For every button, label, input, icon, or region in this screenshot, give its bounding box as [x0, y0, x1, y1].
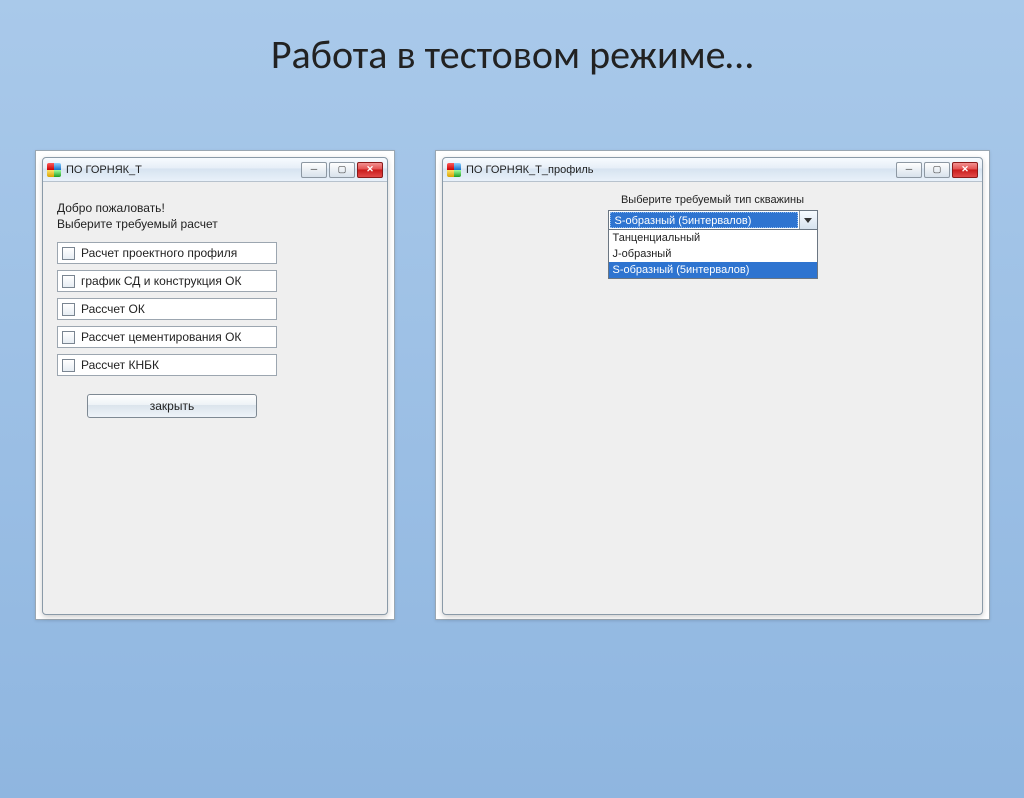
- window-body: Выберите требуемый тип скважины S-образн…: [443, 182, 982, 248]
- option-label: график СД и конструкция ОК: [81, 274, 242, 288]
- dropdown-item[interactable]: Танценциальный: [609, 230, 817, 246]
- combobox-dropdown: Танценциальный J-образный S-образный (5и…: [608, 230, 818, 279]
- maximize-button[interactable]: ▢: [329, 162, 355, 178]
- prompt-label: Выберите требуемый тип скважины: [457, 194, 968, 206]
- welcome-text: Добро пожаловать! Выберите требуемый рас…: [57, 200, 373, 232]
- option-label: Рассчет КНБК: [81, 358, 159, 372]
- option-row[interactable]: Рассчет цементирования ОК: [57, 326, 277, 348]
- checkbox-icon[interactable]: [62, 275, 75, 288]
- window-title: ПО ГОРНЯК_Т_профиль: [466, 164, 891, 176]
- well-type-combobox[interactable]: S-образный (5интервалов): [608, 210, 818, 230]
- minimize-button[interactable]: ─: [301, 162, 327, 178]
- window-title: ПО ГОРНЯК_Т: [66, 164, 296, 176]
- close-button[interactable]: ✕: [357, 162, 383, 178]
- checkbox-icon[interactable]: [62, 331, 75, 344]
- option-label: Расчет проектного профиля: [81, 246, 237, 260]
- close-button[interactable]: ✕: [952, 162, 978, 178]
- checkbox-icon[interactable]: [62, 303, 75, 316]
- option-row[interactable]: график СД и конструкция ОК: [57, 270, 277, 292]
- minimize-button[interactable]: ─: [896, 162, 922, 178]
- titlebar[interactable]: ПО ГОРНЯК_Т_профиль ─ ▢ ✕: [443, 158, 982, 182]
- option-row[interactable]: Рассчет КНБК: [57, 354, 277, 376]
- dropdown-item[interactable]: J-образный: [609, 246, 817, 262]
- window-gornyak-main: ПО ГОРНЯК_Т ─ ▢ ✕ Добро пожаловать! Выбе…: [42, 157, 388, 615]
- welcome-line: Выберите требуемый расчет: [57, 216, 373, 232]
- option-label: Рассчет ОК: [81, 302, 145, 316]
- option-label: Рассчет цементирования ОК: [81, 330, 241, 344]
- option-row[interactable]: Рассчет ОК: [57, 298, 277, 320]
- checkbox-icon[interactable]: [62, 247, 75, 260]
- option-row[interactable]: Расчет проектного профиля: [57, 242, 277, 264]
- titlebar[interactable]: ПО ГОРНЯК_Т ─ ▢ ✕: [43, 158, 387, 182]
- welcome-line: Добро пожаловать!: [57, 200, 373, 216]
- app-icon: [47, 163, 61, 177]
- checkbox-icon[interactable]: [62, 359, 75, 372]
- right-panel: ПО ГОРНЯК_Т_профиль ─ ▢ ✕ Выберите требу…: [435, 150, 990, 620]
- maximize-button[interactable]: ▢: [924, 162, 950, 178]
- close-app-button[interactable]: закрыть: [87, 394, 257, 418]
- window-gornyak-profile: ПО ГОРНЯК_Т_профиль ─ ▢ ✕ Выберите требу…: [442, 157, 983, 615]
- chevron-down-icon[interactable]: [799, 211, 817, 229]
- window-body: Добро пожаловать! Выберите требуемый рас…: [43, 182, 387, 436]
- slide-title: Работа в тестовом режиме…: [0, 30, 1024, 79]
- combobox-selected-value: S-образный (5интервалов): [610, 212, 798, 228]
- dropdown-item[interactable]: S-образный (5интервалов): [609, 262, 817, 278]
- app-icon: [447, 163, 461, 177]
- left-panel: ПО ГОРНЯК_Т ─ ▢ ✕ Добро пожаловать! Выбе…: [35, 150, 395, 620]
